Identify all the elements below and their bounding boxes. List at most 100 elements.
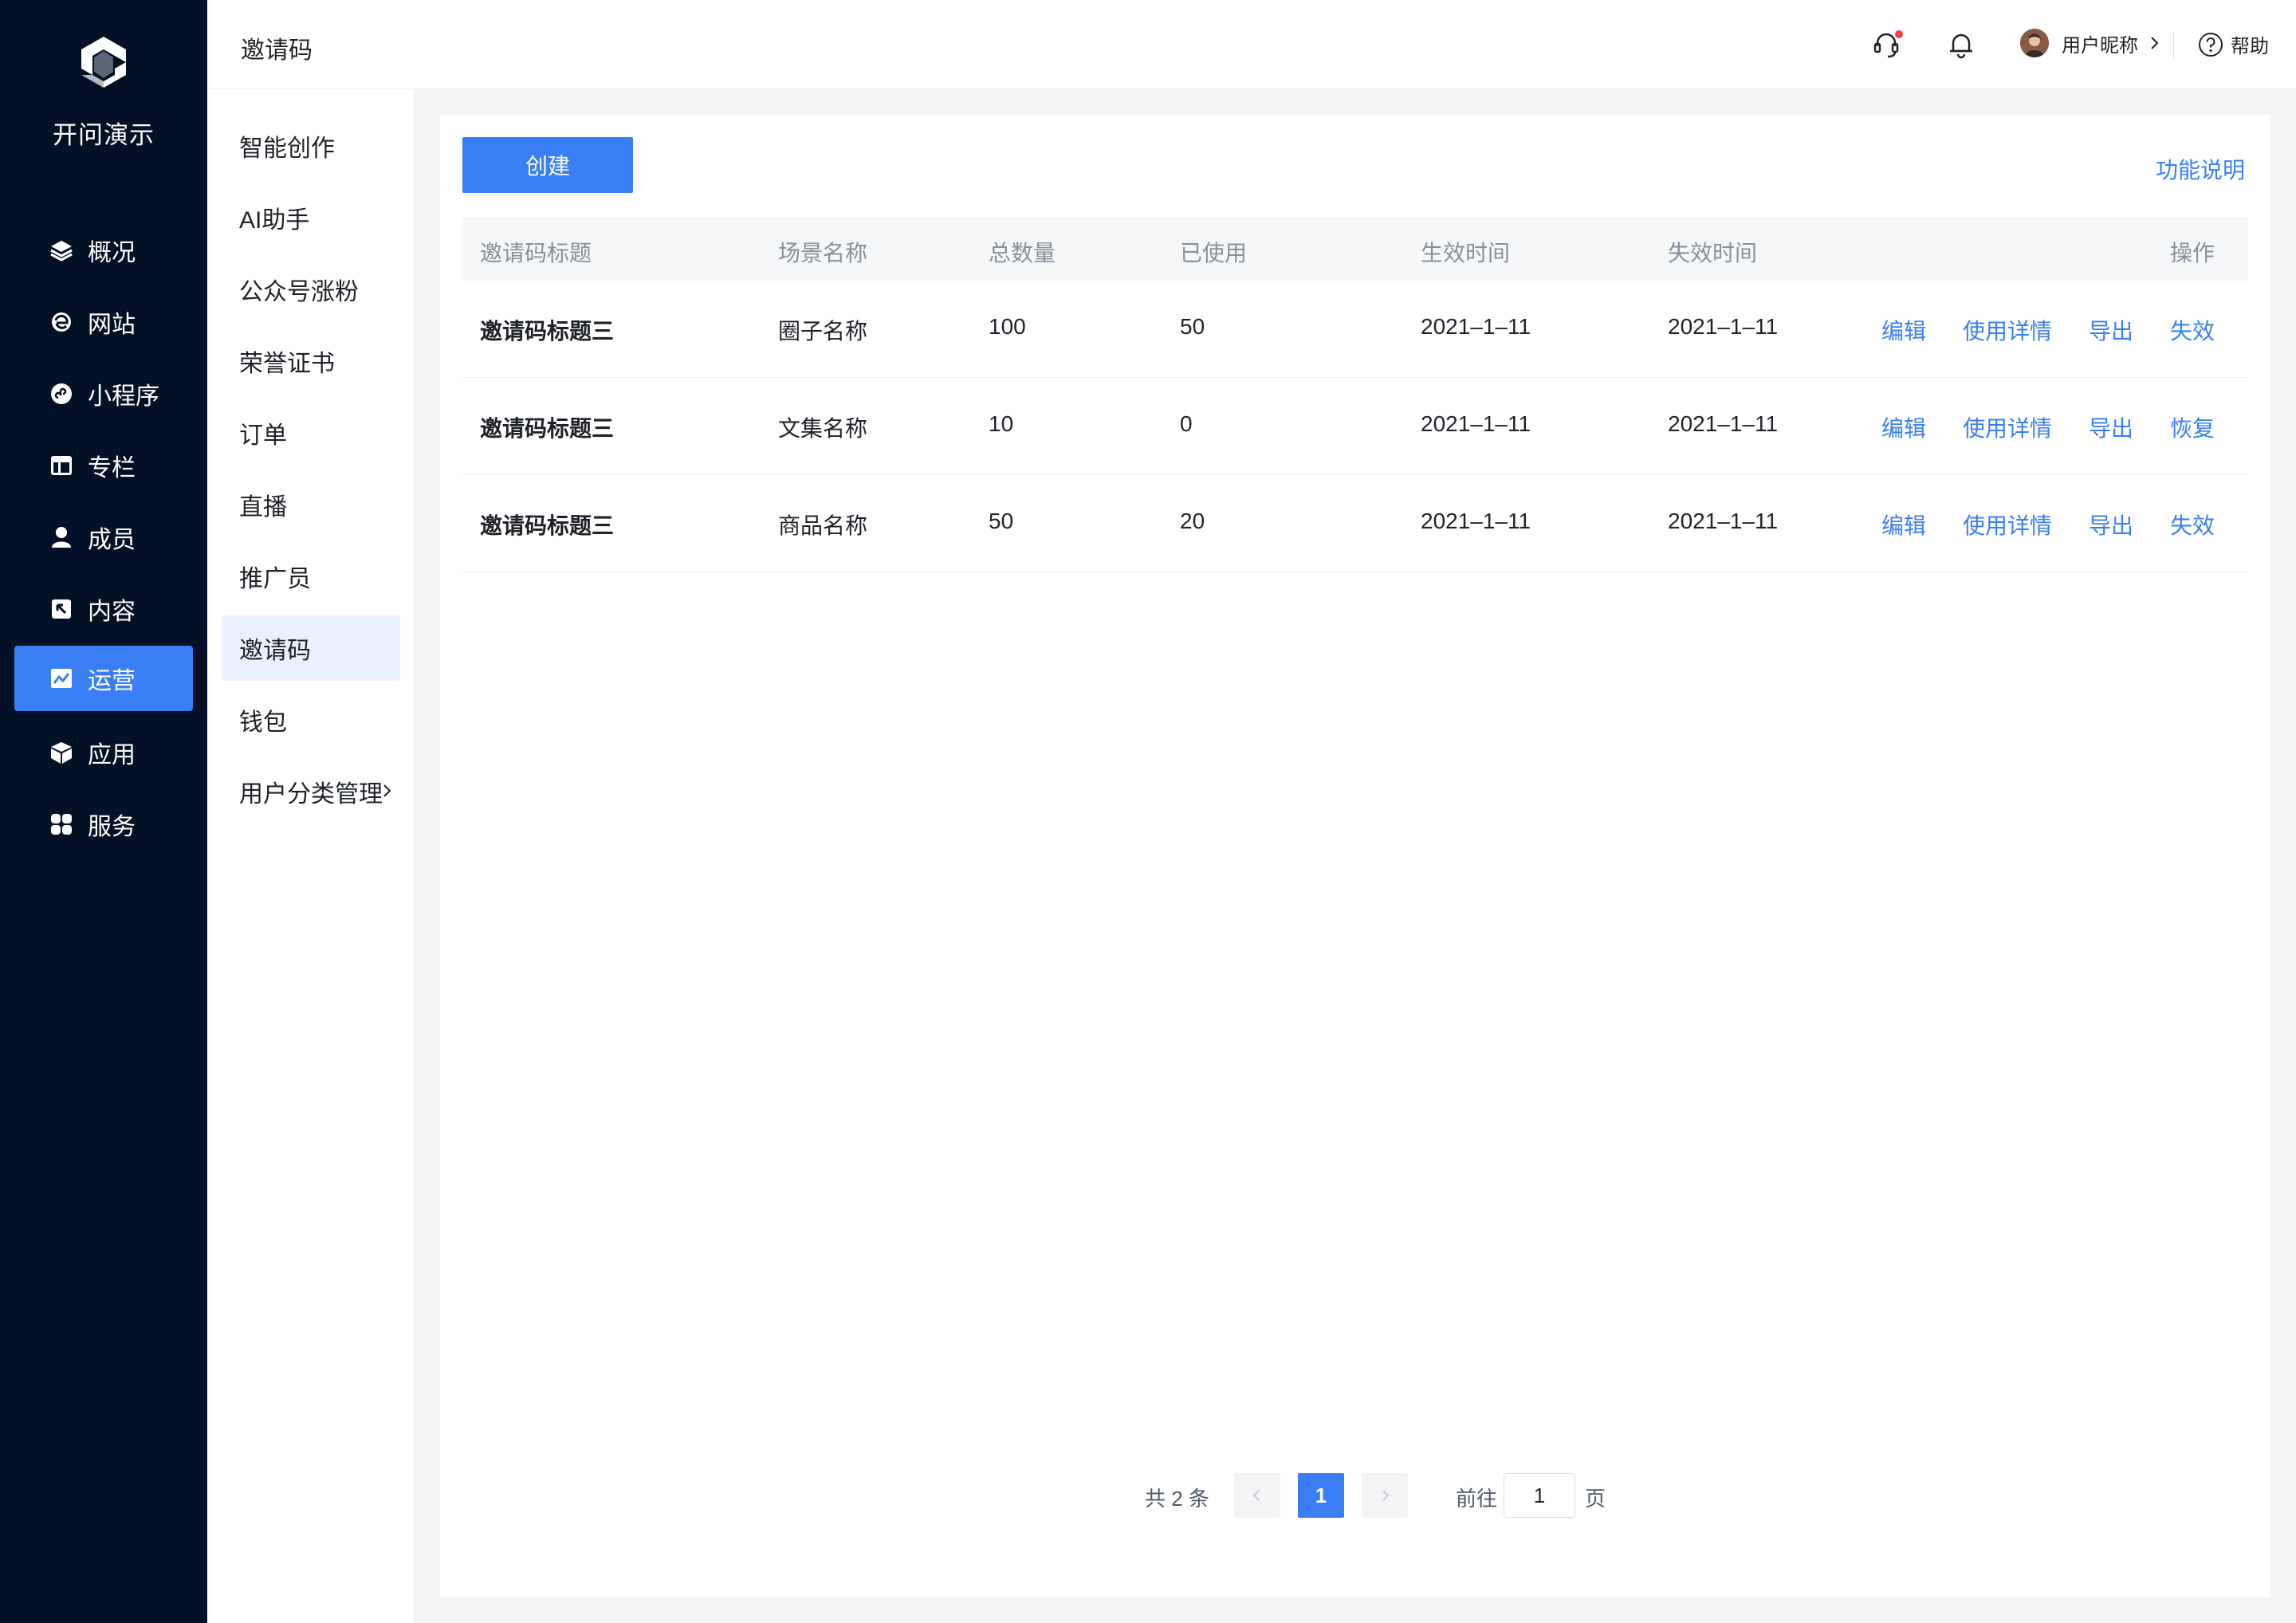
- table-row: 邀请码标题三 商品名称 50 20 2021–1–11 2021–1–11 编辑…: [462, 475, 2248, 572]
- submenu-item-user-category[interactable]: 用户分类管理: [222, 759, 400, 824]
- nav-item-mini-program[interactable]: 小程序: [14, 361, 193, 426]
- mini-program-icon: [49, 382, 73, 406]
- submenu-item-label: 邀请码: [239, 638, 311, 664]
- submenu-item-label: 荣誉证书: [239, 351, 335, 377]
- secondary-menu: 智能创作 AI助手 公众号涨粉 荣誉证书 订单 直播 推广员 邀请码 钱包 用户…: [207, 89, 415, 1623]
- invalidate-link[interactable]: 失效: [2170, 509, 2215, 540]
- cell-title: 邀请码标题三: [480, 319, 615, 344]
- header-divider: [2173, 32, 2174, 59]
- edit-link[interactable]: 编辑: [1881, 314, 1926, 346]
- nav-item-website[interactable]: 网站: [14, 289, 193, 355]
- cell-scene: 文集名称: [778, 416, 868, 441]
- nav-item-content[interactable]: 内容: [14, 576, 193, 642]
- submenu-item-wechat-fans[interactable]: 公众号涨粉: [222, 257, 400, 322]
- cell-title: 邀请码标题三: [480, 513, 615, 538]
- submenu-item-label: 推广员: [239, 566, 311, 592]
- cell-total: 10: [989, 411, 1014, 436]
- next-page-button[interactable]: [1362, 1473, 1408, 1518]
- nav-item-operations[interactable]: 运营: [14, 646, 193, 711]
- brand-logo: [81, 37, 126, 88]
- usage-details-link[interactable]: 使用详情: [1963, 314, 2052, 346]
- cell-end-time: 2021–1–11: [1668, 314, 1779, 339]
- cell-end-time: 2021–1–11: [1668, 411, 1779, 436]
- cell-total: 50: [989, 509, 1014, 533]
- cell-end-time: 2021–1–11: [1668, 509, 1779, 533]
- nav-item-overview[interactable]: 概况: [14, 218, 193, 283]
- cell-total: 100: [989, 314, 1026, 339]
- nav-item-label: 专栏: [88, 455, 136, 481]
- submenu-item-certificate[interactable]: 荣誉证书: [222, 328, 400, 394]
- nav-item-members[interactable]: 成员: [14, 505, 193, 570]
- chevron-right-icon: [2151, 37, 2159, 49]
- submenu-item-invite-code[interactable]: 邀请码: [222, 615, 400, 681]
- submenu-item-ai-creation[interactable]: 智能创作: [222, 113, 400, 179]
- nav-item-label: 小程序: [88, 383, 159, 410]
- column-header-actions: 操作: [2170, 241, 2215, 265]
- edit-link[interactable]: 编辑: [1881, 411, 1926, 443]
- main-sidebar: 开问演示 概况 网站 小程序 专栏 成员 内容 运营 应用 服务: [0, 0, 207, 1623]
- cell-start-time: 2021–1–11: [1421, 411, 1531, 436]
- page-suffix: 页: [1585, 1487, 1606, 1511]
- user-menu[interactable]: 用户昵称: [2020, 29, 2164, 57]
- cell-title: 邀请码标题三: [480, 416, 615, 441]
- nav-item-label: 运营: [88, 668, 136, 694]
- submenu-item-label: 用户分类管理: [239, 781, 383, 808]
- goto-label: 前往: [1456, 1487, 1498, 1511]
- submenu-item-label: 订单: [239, 422, 287, 449]
- trend-chart-icon: [49, 666, 73, 690]
- page-title: 邀请码: [241, 37, 313, 64]
- nav-item-apps[interactable]: 应用: [14, 720, 193, 785]
- edit-link[interactable]: 编辑: [1881, 509, 1926, 540]
- cell-used: 20: [1180, 509, 1205, 533]
- prev-page-button[interactable]: [1234, 1473, 1280, 1518]
- cube-icon: [49, 741, 73, 764]
- submenu-item-label: 直播: [239, 494, 287, 521]
- submenu-item-promoter[interactable]: 推广员: [222, 544, 400, 609]
- bell-icon[interactable]: [1945, 29, 1977, 61]
- column-layout-icon: [49, 454, 73, 477]
- column-header-total: 总数量: [989, 241, 1056, 265]
- submenu-item-label: 智能创作: [239, 136, 335, 162]
- layers-icon: [49, 238, 73, 262]
- pagination-total: 共 2 条: [1145, 1487, 1209, 1511]
- submenu-item-live[interactable]: 直播: [222, 472, 400, 537]
- submenu-item-wallet[interactable]: 钱包: [222, 687, 400, 753]
- export-link[interactable]: 导出: [2089, 509, 2133, 540]
- function-description-link[interactable]: 功能说明: [2156, 153, 2245, 185]
- nav-item-column[interactable]: 专栏: [14, 433, 193, 498]
- cell-used: 50: [1180, 314, 1205, 339]
- chevron-left-icon: [1252, 1490, 1260, 1501]
- usage-details-link[interactable]: 使用详情: [1963, 509, 2052, 540]
- table-row: 邀请码标题三 文集名称 10 0 2021–1–11 2021–1–11 编辑 …: [462, 378, 2248, 475]
- export-link[interactable]: 导出: [2089, 411, 2133, 443]
- restore-link[interactable]: 恢复: [2170, 411, 2215, 443]
- brand-name: 开问演示: [53, 121, 155, 149]
- invalidate-link[interactable]: 失效: [2170, 314, 2215, 346]
- cell-scene: 商品名称: [778, 513, 868, 538]
- content-card: 创建 功能说明 邀请码标题 场景名称 总数量 已使用 生效时间 失效时间 操作 …: [440, 115, 2270, 1597]
- cell-start-time: 2021–1–11: [1421, 509, 1531, 533]
- submenu-item-label: 公众号涨粉: [239, 279, 359, 305]
- content-icon: [49, 597, 73, 621]
- ie-browser-icon: [49, 310, 73, 334]
- help-link[interactable]: 帮助: [2197, 30, 2269, 58]
- cell-scene: 圈子名称: [778, 319, 868, 344]
- submenu-item-ai-assistant[interactable]: AI助手: [222, 185, 400, 250]
- page-button-current[interactable]: 1: [1298, 1473, 1344, 1518]
- goto-page-input[interactable]: [1504, 1473, 1575, 1518]
- column-header-end-time: 失效时间: [1668, 241, 1758, 265]
- column-header-scene: 场景名称: [778, 241, 868, 265]
- nav-item-label: 应用: [88, 742, 136, 768]
- create-button[interactable]: 创建: [462, 137, 633, 193]
- pagination: 共 2 条 1 前往 页: [440, 1473, 2270, 1518]
- nav-item-label: 内容: [88, 599, 136, 625]
- help-label: 帮助: [2231, 36, 2269, 57]
- export-link[interactable]: 导出: [2089, 314, 2133, 346]
- top-header: 邀请码 用户昵称 帮助: [207, 0, 2296, 89]
- nav-item-services[interactable]: 服务: [14, 792, 193, 857]
- usage-details-link[interactable]: 使用详情: [1963, 411, 2052, 443]
- submenu-item-label: 钱包: [239, 709, 287, 736]
- invite-code-table: 邀请码标题 场景名称 总数量 已使用 生效时间 失效时间 操作 邀请码标题三 圈…: [462, 217, 2248, 572]
- table-row: 邀请码标题三 圈子名称 100 50 2021–1–11 2021–1–11 编…: [462, 281, 2248, 378]
- submenu-item-orders[interactable]: 订单: [222, 400, 400, 466]
